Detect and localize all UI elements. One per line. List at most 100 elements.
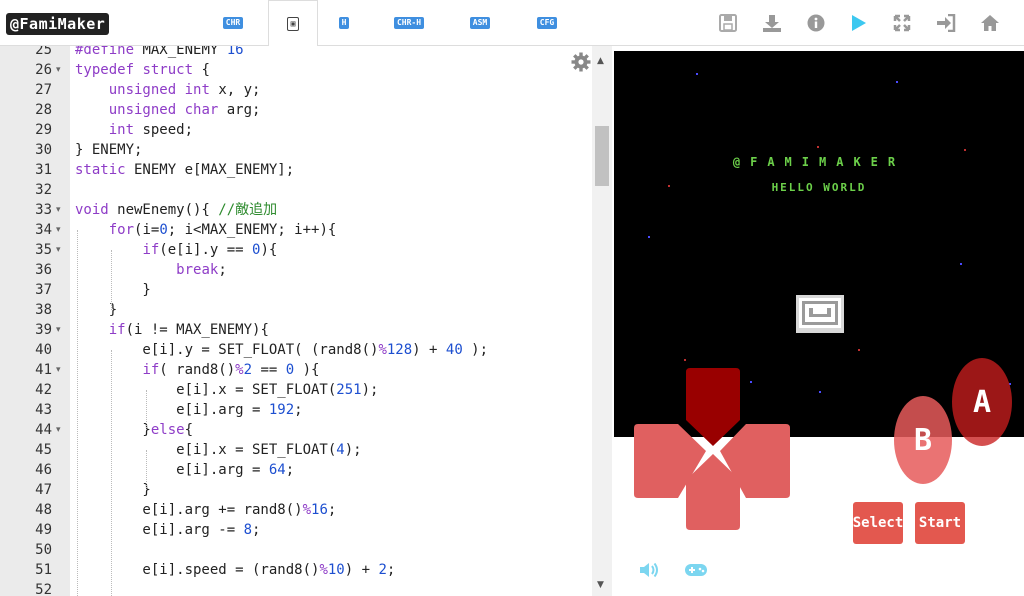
fold-arrow-icon[interactable]: ▾ (56, 240, 66, 260)
dpad-up[interactable] (686, 368, 740, 446)
indent-guide (146, 390, 147, 430)
code-line[interactable]: unsigned char arg; (75, 100, 261, 120)
code-line[interactable]: e[i].x = SET_FLOAT(4); (75, 440, 361, 460)
tab-chr-h-label: CHR-H (393, 17, 425, 29)
code-line[interactable]: e[i].arg = 192; (75, 400, 302, 420)
code-line[interactable]: } ENEMY; (75, 140, 142, 160)
line-number: 41 (35, 362, 52, 378)
line-number: 25 (35, 46, 52, 58)
line-number: 52 (35, 582, 52, 596)
code-line[interactable]: break; (75, 260, 227, 280)
code-line[interactable]: e[i].arg -= 8; (75, 520, 260, 540)
code-line[interactable]: for(i=0; i<MAX_ENEMY; i++){ (75, 220, 337, 240)
line-number: 48 (35, 502, 52, 518)
fold-arrow-icon[interactable]: ▾ (56, 320, 66, 340)
code-line[interactable]: }else{ (75, 420, 193, 440)
line-number: 39 (35, 322, 52, 338)
fold-arrow-icon[interactable]: ▾ (56, 220, 66, 240)
code-line[interactable]: e[i].y = SET_FLOAT( (rand8()%128) + 40 )… (75, 340, 488, 360)
star (696, 73, 698, 75)
code-line[interactable]: int speed; (75, 120, 193, 140)
line-number: 29 (35, 122, 52, 138)
line-number: 37 (35, 282, 52, 298)
tab-chr-label: CHR (222, 17, 244, 29)
star (684, 359, 686, 361)
scroll-down-arrow-icon[interactable]: ▼ (597, 580, 604, 590)
tab-c-source[interactable]: ▣ (268, 0, 318, 47)
tab-cfg[interactable]: CFG (528, 0, 566, 46)
code-line[interactable]: e[i].x = SET_FLOAT(251); (75, 380, 378, 400)
line-number: 43 (35, 402, 52, 418)
scrollbar-thumb[interactable] (595, 126, 609, 186)
code-line[interactable]: e[i].arg += rand8()%16; (75, 500, 336, 520)
line-number: 50 (35, 542, 52, 558)
tab-h[interactable]: H (330, 0, 358, 46)
code-line[interactable]: static ENEMY e[MAX_ENEMY]; (75, 160, 294, 180)
app-logo[interactable]: @FamiMaker (6, 13, 110, 35)
line-number: 44 (35, 422, 52, 438)
dpad[interactable] (632, 364, 792, 534)
info-icon[interactable] (804, 11, 828, 35)
line-number-gutter: 25 26 ▾ 27 28 29 30 31 32 33 ▾ 34 ▾ 35 ▾ 36 37 38 39 ▾ 40 41 ▾… (0, 46, 70, 596)
tab-chr-h[interactable]: CHR-H (386, 0, 432, 46)
play-icon[interactable] (846, 11, 870, 35)
code-line[interactable]: #define MAX_ENEMY 16 (75, 46, 244, 60)
code-line[interactable]: if(e[i].y == 0){ (75, 240, 277, 260)
line-number: 28 (35, 102, 52, 118)
a-button[interactable]: A (952, 358, 1012, 446)
tab-h-label: H (338, 17, 350, 29)
line-number: 49 (35, 522, 52, 538)
fold-arrow-icon[interactable]: ▾ (56, 60, 66, 80)
scroll-up-arrow-icon[interactable]: ▲ (597, 56, 604, 66)
line-number: 47 (35, 482, 52, 498)
line-number: 42 (35, 382, 52, 398)
b-button[interactable]: B (894, 396, 952, 484)
fold-arrow-icon[interactable]: ▾ (56, 200, 66, 220)
fullscreen-icon[interactable] (890, 11, 914, 35)
speaker-icon[interactable] (638, 560, 660, 584)
indent-guide (111, 250, 112, 310)
line-number: 35 (35, 242, 52, 258)
code-editor[interactable]: 25 26 ▾ 27 28 29 30 31 32 33 ▾ 34 ▾ 35 ▾ 36 37 38 39 ▾ 40 41 ▾… (0, 46, 612, 596)
line-number: 30 (35, 142, 52, 158)
star (896, 81, 898, 83)
star (648, 236, 650, 238)
code-line[interactable]: e[i].arg = 64; (75, 460, 294, 480)
gear-icon[interactable] (571, 52, 591, 76)
gamepad-icon[interactable] (684, 562, 708, 582)
tab-chr[interactable]: CHR (210, 0, 256, 46)
emulator-panel: @FAMIMAKER HELLO WORLD A B Select Start (614, 46, 1024, 596)
sign-in-icon[interactable] (934, 11, 958, 35)
indent-guide (77, 230, 78, 596)
select-button[interactable]: Select (853, 502, 903, 544)
code-line[interactable]: } (75, 280, 150, 300)
code-line[interactable]: } (75, 480, 150, 500)
line-number: 31 (35, 162, 52, 178)
top-toolbar: @FamiMaker CHR ▣ H CHR-H ASM CFG (0, 0, 1024, 47)
line-number: 27 (35, 82, 52, 98)
tab-asm[interactable]: ASM (460, 0, 500, 46)
star (817, 146, 819, 148)
code-line[interactable]: e[i].speed = (rand8()%10) + 2; (75, 560, 395, 580)
fold-arrow-icon[interactable]: ▾ (56, 360, 66, 380)
editor-scrollbar[interactable]: ▲ ▼ (592, 46, 612, 596)
star (964, 149, 966, 151)
save-icon[interactable] (716, 11, 740, 35)
line-number: 26 (35, 62, 52, 78)
code-line[interactable]: unsigned int x, y; (75, 80, 261, 100)
tab-c-source-label: ▣ (286, 16, 300, 31)
star (960, 263, 962, 265)
code-line[interactable]: void newEnemy(){ //敵追加 (75, 200, 277, 220)
line-number: 33 (35, 202, 52, 218)
start-button[interactable]: Start (915, 502, 965, 544)
game-subtitle: HELLO WORLD (771, 181, 867, 194)
line-number: 36 (35, 262, 52, 278)
download-icon[interactable] (760, 11, 784, 35)
code-line[interactable]: if(i != MAX_ENEMY){ (75, 320, 269, 340)
monitor-sprite-icon (795, 294, 845, 334)
line-number: 45 (35, 442, 52, 458)
fold-arrow-icon[interactable]: ▾ (56, 420, 66, 440)
code-line[interactable]: typedef struct { (75, 60, 210, 80)
home-icon[interactable] (978, 11, 1002, 35)
tab-asm-label: ASM (469, 17, 491, 29)
